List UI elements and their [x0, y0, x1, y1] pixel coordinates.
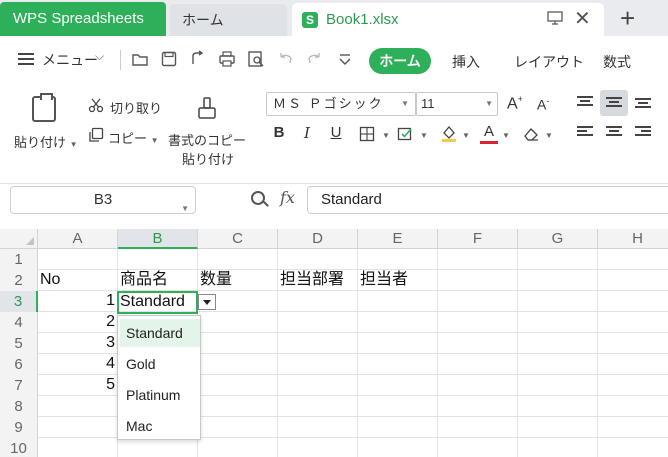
- column-header-g[interactable]: G: [518, 229, 598, 249]
- redo-icon[interactable]: [305, 50, 323, 68]
- italic-button[interactable]: I: [298, 124, 316, 142]
- menu-bar: メニュー ⌵ ホーム 挿入 レイアウト 数式: [0, 36, 668, 84]
- row-header-9[interactable]: 9: [0, 417, 38, 439]
- align-left-icon[interactable]: [577, 126, 593, 138]
- divider: [120, 50, 121, 70]
- cell-a2[interactable]: No: [40, 269, 60, 291]
- cell-a4[interactable]: 2: [38, 311, 118, 333]
- save-icon[interactable]: [160, 50, 178, 68]
- cell-c2[interactable]: 数量: [200, 269, 232, 291]
- align-center-icon[interactable]: [606, 126, 622, 138]
- row-header-1[interactable]: 1: [0, 249, 38, 271]
- validation-dropdown-button[interactable]: [198, 294, 216, 310]
- title-bar: WPS Spreadsheets ホーム S Book1.xlsx ✕ +: [0, 0, 668, 36]
- row-header-7[interactable]: 7: [0, 375, 38, 397]
- cell-b3[interactable]: Standard: [120, 291, 185, 313]
- cell-style-icon[interactable]: [397, 126, 413, 142]
- row-header-6[interactable]: 6: [0, 354, 38, 376]
- cell-d2[interactable]: 担当部署: [280, 269, 344, 291]
- file-tab[interactable]: S Book1.xlsx ✕: [292, 3, 604, 36]
- grow-font-button[interactable]: A+: [507, 94, 523, 113]
- shrink-font-button[interactable]: A-: [537, 96, 549, 113]
- export-icon[interactable]: [189, 50, 207, 68]
- chevron-down-icon: ▼: [485, 99, 493, 108]
- menu-button[interactable]: メニュー: [42, 50, 98, 70]
- eraser-icon[interactable]: [522, 126, 540, 142]
- column-header-d[interactable]: D: [278, 229, 358, 249]
- close-tab-icon[interactable]: ✕: [574, 7, 591, 31]
- column-header-c[interactable]: C: [198, 229, 278, 249]
- ribbon: 貼り付け ▼ 切り取り コピー ▼ 書式のコピー 貼り付け ＭＳ Ｐゴシック ▼ …: [0, 84, 668, 184]
- select-all-button[interactable]: [0, 229, 38, 249]
- validation-dropdown-list: Standard Gold Platinum Mac: [117, 315, 201, 440]
- spreadsheet-icon: S: [302, 12, 318, 28]
- cell-a6[interactable]: 4: [38, 353, 118, 375]
- font-size-select[interactable]: 11 ▼: [416, 92, 498, 116]
- app-tab[interactable]: WPS Spreadsheets: [0, 2, 166, 36]
- name-box[interactable]: B3 ▼: [10, 186, 196, 214]
- format-painter-label-1[interactable]: 書式のコピー: [168, 130, 246, 149]
- underline-button[interactable]: U: [327, 124, 345, 141]
- formula-bar: B3 ▼ fx Standard: [0, 184, 668, 229]
- ribbon-tab-insert[interactable]: 挿入: [452, 52, 480, 72]
- align-top-icon[interactable]: [577, 96, 593, 108]
- column-header-a[interactable]: A: [38, 229, 118, 249]
- ribbon-tab-layout[interactable]: レイアウト: [514, 52, 584, 72]
- file-tab-label: Book1.xlsx: [326, 11, 399, 28]
- monitor-icon[interactable]: [547, 11, 563, 25]
- formula-input[interactable]: Standard: [307, 186, 668, 214]
- cell-a5[interactable]: 3: [38, 332, 118, 354]
- ribbon-tab-formulas[interactable]: 数式: [603, 52, 631, 72]
- format-painter-icon[interactable]: [196, 96, 218, 120]
- home-tab[interactable]: ホーム: [170, 4, 287, 36]
- column-header-f[interactable]: F: [438, 229, 518, 249]
- cell-e2[interactable]: 担当者: [360, 269, 408, 291]
- row-header-3[interactable]: 3: [0, 291, 38, 313]
- cut-button[interactable]: 切り取り: [110, 98, 162, 117]
- paste-icon[interactable]: [32, 93, 56, 122]
- print-preview-icon[interactable]: [247, 50, 265, 68]
- align-middle-icon: [606, 97, 622, 109]
- ribbon-tab-home[interactable]: ホーム: [369, 48, 431, 74]
- dropdown-option-gold[interactable]: Gold: [120, 350, 200, 378]
- customize-toolbar-icon[interactable]: [336, 50, 354, 68]
- align-right-icon[interactable]: [635, 126, 651, 138]
- row-header-4[interactable]: 4: [0, 312, 38, 334]
- format-painter-label-2[interactable]: 貼り付け: [182, 149, 234, 168]
- column-header-e[interactable]: E: [358, 229, 438, 249]
- cell-a7[interactable]: 5: [38, 374, 118, 396]
- align-bottom-icon[interactable]: [635, 98, 651, 110]
- bold-button[interactable]: B: [270, 124, 288, 141]
- row-header-5[interactable]: 5: [0, 333, 38, 355]
- font-color-button[interactable]: A: [480, 124, 498, 144]
- spreadsheet-grid[interactable]: A B C D E F G H 1 2 3 4 5 6 7 8 9 10 No …: [0, 229, 668, 457]
- zoom-icon[interactable]: [251, 191, 265, 205]
- column-header-b[interactable]: B: [118, 229, 198, 249]
- chevron-down-icon: ▼: [401, 99, 411, 108]
- open-folder-icon[interactable]: [131, 50, 149, 68]
- insert-function-button[interactable]: fx: [280, 188, 295, 207]
- chevron-down-icon: ▼: [181, 204, 189, 213]
- cell-a3[interactable]: 1: [38, 290, 118, 312]
- hamburger-icon[interactable]: [18, 53, 34, 65]
- chevron-down-icon[interactable]: ⌵: [95, 49, 104, 64]
- row-header-10[interactable]: 10: [0, 438, 38, 457]
- paste-button[interactable]: 貼り付け ▼: [14, 132, 78, 151]
- cell-b2[interactable]: 商品名: [120, 269, 168, 291]
- copy-button[interactable]: コピー ▼: [108, 128, 159, 147]
- dropdown-option-standard[interactable]: Standard: [120, 319, 200, 347]
- print-icon[interactable]: [218, 50, 236, 68]
- row-header-8[interactable]: 8: [0, 396, 38, 418]
- new-tab-button[interactable]: +: [620, 2, 635, 34]
- dropdown-option-mac[interactable]: Mac: [120, 412, 200, 440]
- fill-color-icon[interactable]: [440, 124, 458, 142]
- borders-icon[interactable]: [359, 126, 375, 142]
- scissors-icon[interactable]: [88, 97, 104, 113]
- row-header-2[interactable]: 2: [0, 270, 38, 292]
- font-name-select[interactable]: ＭＳ Ｐゴシック ▼: [266, 92, 416, 116]
- dropdown-option-platinum[interactable]: Platinum: [120, 381, 200, 409]
- column-header-h[interactable]: H: [598, 229, 668, 249]
- undo-icon[interactable]: [277, 50, 295, 68]
- copy-icon[interactable]: [88, 127, 104, 143]
